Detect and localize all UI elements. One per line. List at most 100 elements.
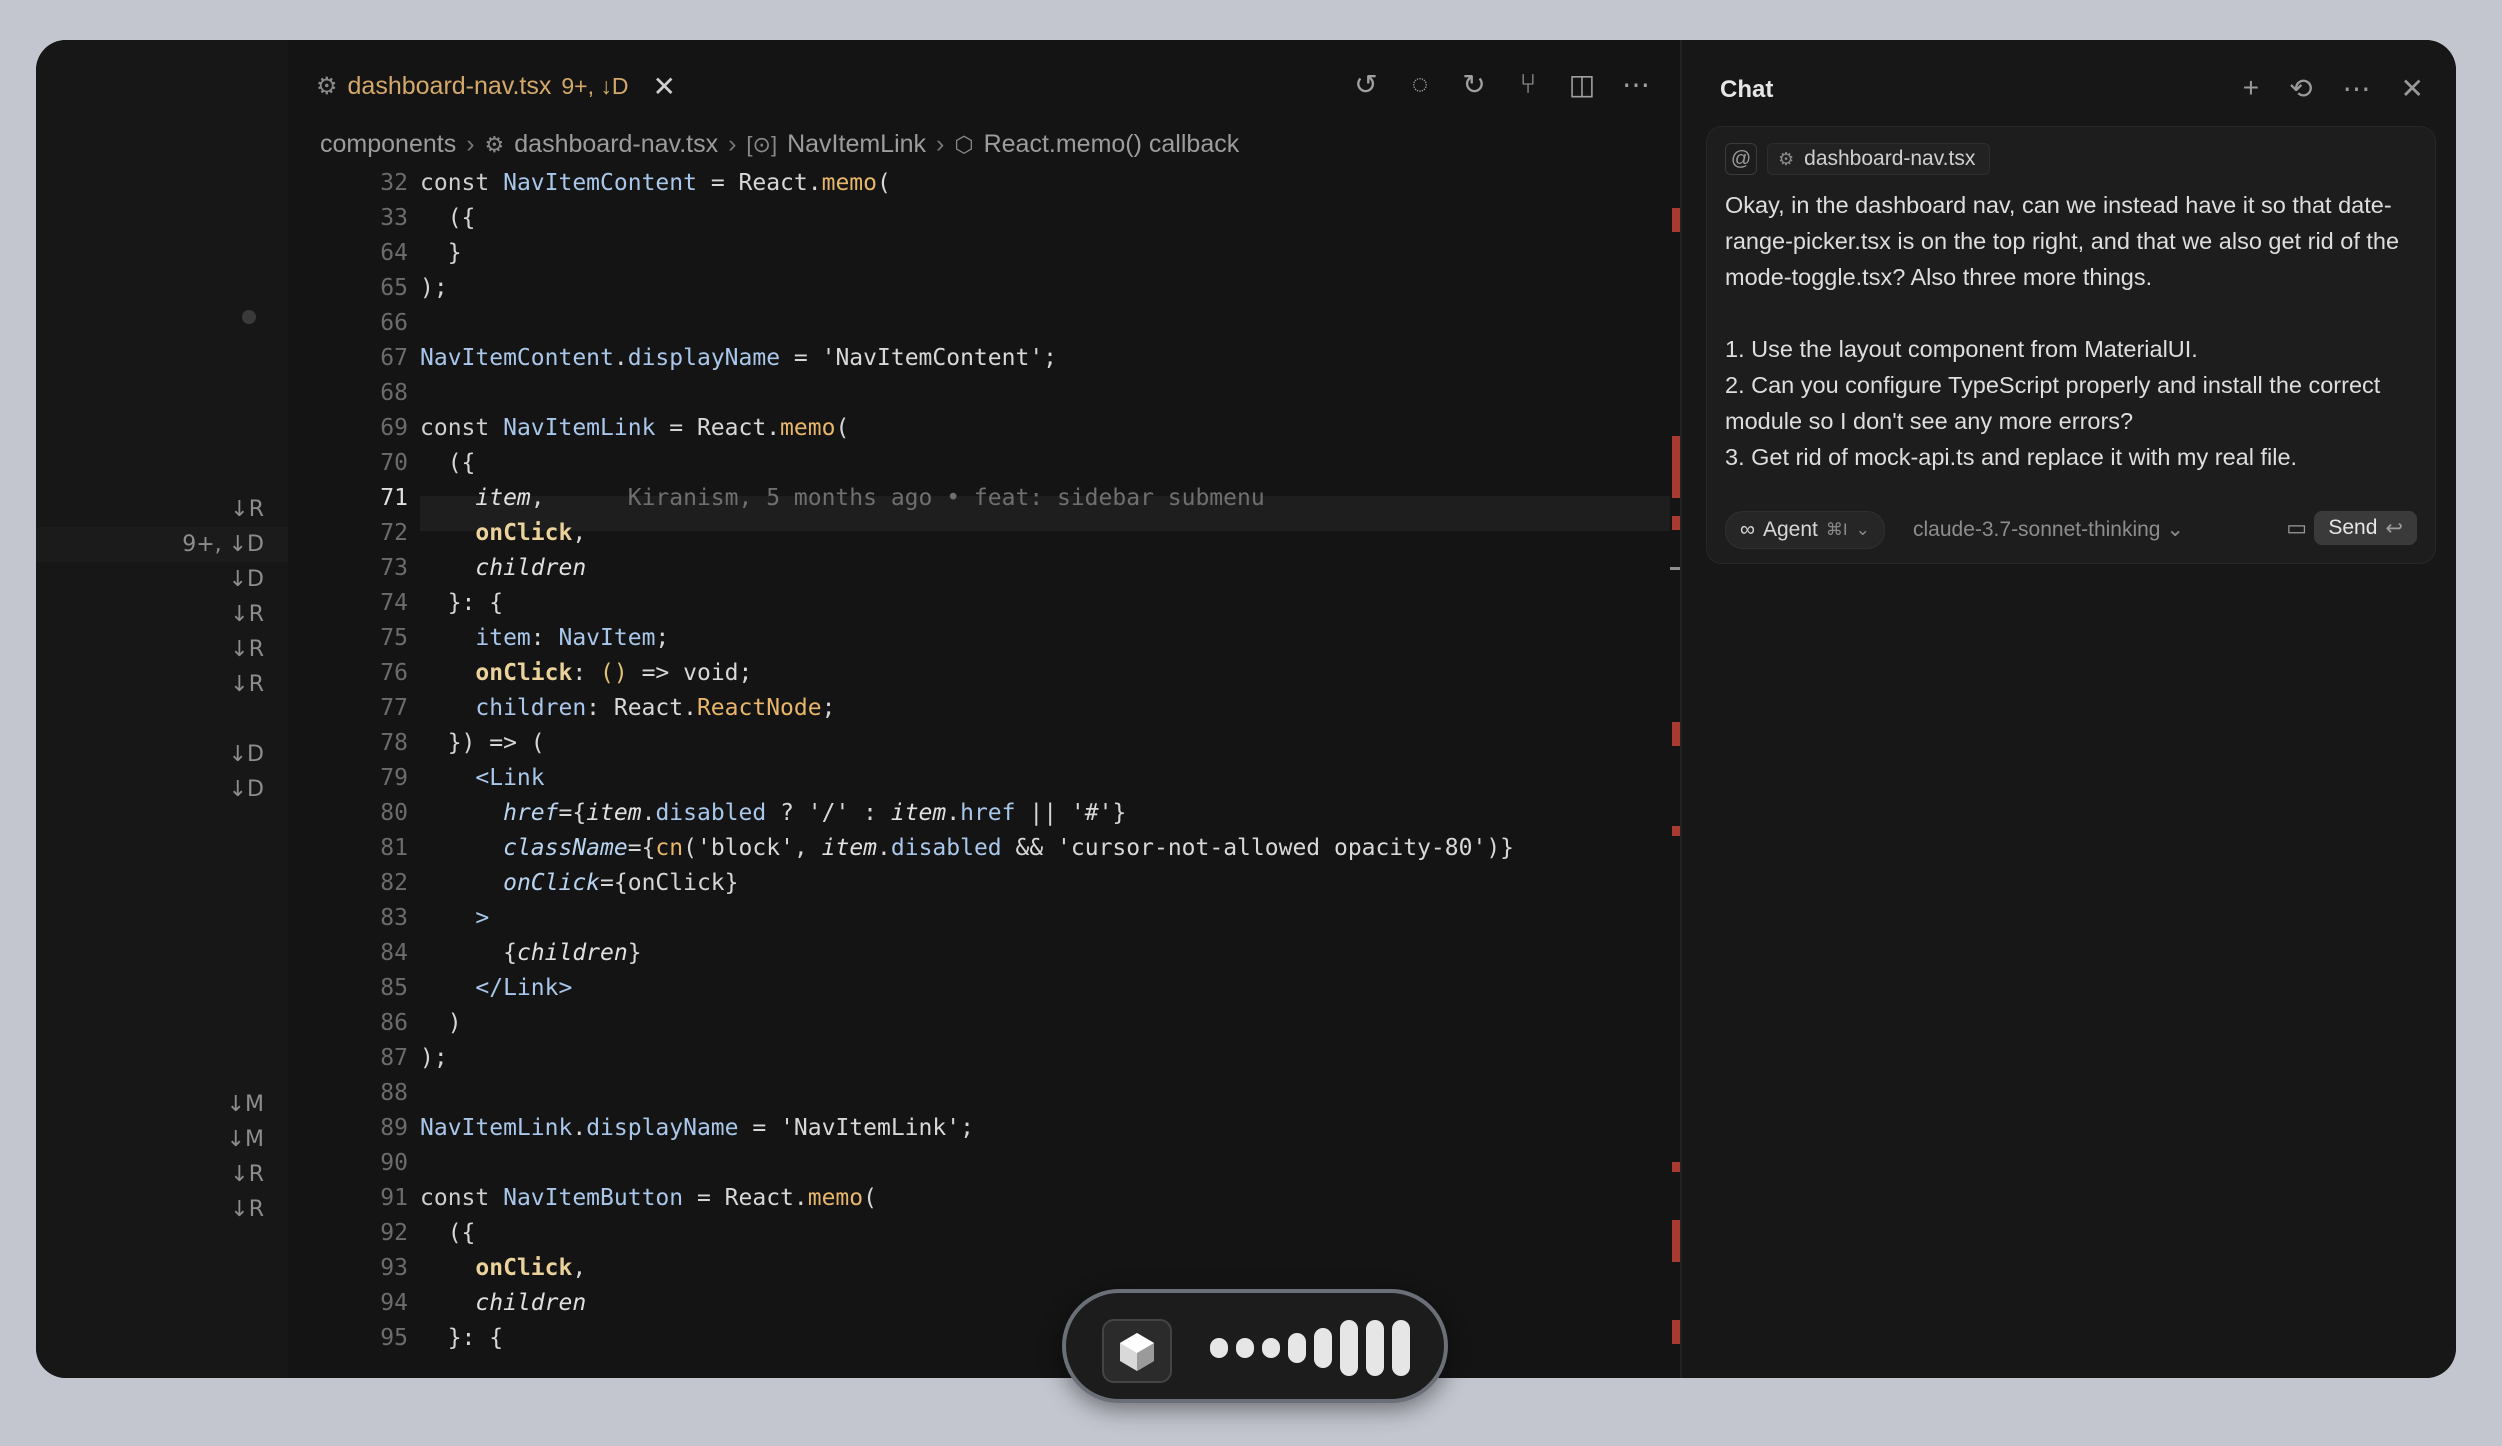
- code-line: );: [420, 1045, 448, 1071]
- overview-ruler-mark: [1672, 516, 1680, 530]
- code-line: href={item.disabled ? '/' : item.href ||…: [503, 800, 1127, 826]
- line-number: 33: [380, 205, 408, 231]
- scm-change-marker[interactable]: ↓R: [36, 492, 264, 527]
- mention-button[interactable]: @: [1725, 143, 1757, 175]
- line-number: 80: [380, 800, 408, 826]
- scm-change-marker[interactable]: ↓R: [36, 597, 264, 632]
- history-icon[interactable]: ⟲: [2289, 72, 2312, 105]
- line-number: 87: [380, 1045, 408, 1071]
- message-item: 2. Can you configure TypeScript properly…: [1725, 372, 2381, 434]
- agent-mode-label: Agent: [1762, 518, 1818, 541]
- scm-change-marker[interactable]: ↓M: [36, 1087, 264, 1122]
- scm-change-marker[interactable]: ↓M: [36, 1122, 264, 1157]
- code-line: item: NavItem;: [475, 625, 670, 651]
- message-item: 3. Get rid of mock-api.ts and replace it…: [1725, 444, 2298, 470]
- line-number: 79: [380, 765, 408, 791]
- audio-level-bar: [1366, 1320, 1384, 1376]
- scm-change-marker[interactable]: ↓D: [36, 772, 264, 807]
- breakpoint-dot[interactable]: [242, 310, 256, 324]
- agent-shortcut: ⌘I: [1825, 520, 1848, 539]
- chat-footer: ∞ Agent ⌘I ⌄ claude-3.7-sonnet-thinking …: [1725, 511, 2417, 549]
- app-logo-icon: [1102, 1319, 1172, 1383]
- line-number: 94: [380, 1290, 408, 1316]
- line-number: 74: [380, 590, 408, 616]
- overview-ruler-mark: [1672, 436, 1680, 498]
- code-editor[interactable]: ⚙ dashboard-nav.tsx 9+, ↓D ✕ ↺ ◌ ↻ ⑂ ◫ ⋯…: [288, 40, 1696, 1378]
- context-file-pill[interactable]: ⚙ dashboard-nav.tsx: [1767, 143, 1991, 175]
- code-line: ({: [420, 205, 476, 231]
- send-label: Send: [2328, 516, 2378, 539]
- voice-dictation-widget[interactable]: [1062, 1289, 1448, 1403]
- audio-level-bar: [1210, 1338, 1228, 1358]
- context-row: @ ⚙ dashboard-nav.tsx: [1725, 143, 1991, 175]
- code-line: ({: [420, 1220, 476, 1246]
- line-number: 84: [380, 940, 408, 966]
- line-number: 83: [380, 905, 408, 931]
- code-line: NavItemLink.displayName = 'NavItemLink';: [420, 1115, 974, 1141]
- code-line: </Link>: [475, 975, 573, 1001]
- overview-ruler-mark: [1672, 1220, 1680, 1262]
- line-number: 73: [380, 555, 408, 581]
- line-number: 82: [380, 870, 408, 896]
- chat-title: Chat: [1720, 76, 1774, 103]
- chevron-down-icon: ⌄: [2166, 518, 2184, 541]
- audio-level-meter: [1210, 1315, 1410, 1381]
- send-button[interactable]: Send ↩: [2314, 511, 2417, 545]
- line-number: 67: [380, 345, 408, 371]
- image-upload-icon[interactable]: ▭: [2286, 515, 2307, 541]
- code-line: const NavItemContent = React.memo(: [420, 170, 891, 196]
- code-line-current: item, Kiranism, 5 months ago • feat: sid…: [475, 485, 1265, 511]
- chat-message[interactable]: Okay, in the dashboard nav, can we inste…: [1725, 187, 2425, 475]
- code-line: onClick={onClick}: [503, 870, 739, 896]
- chat-input-card[interactable]: @ ⚙ dashboard-nav.tsx Okay, in the dashb…: [1706, 126, 2436, 564]
- agent-mode-dropdown[interactable]: ∞ Agent ⌘I ⌄: [1725, 511, 1885, 549]
- close-icon[interactable]: ✕: [2401, 72, 2424, 105]
- code-line: }: {: [420, 590, 504, 616]
- audio-level-bar: [1392, 1320, 1410, 1376]
- chat-panel: Chat + ⟲ ⋯ ✕ @ ⚙ dashboard-nav.tsx Okay,…: [1680, 40, 2456, 1378]
- code-line: {children}: [420, 940, 642, 966]
- scm-gutter: ↓R 9+, ↓D ↓D ↓R ↓R ↓R ↓D ↓D ↓M ↓M ↓R ↓R: [36, 40, 288, 1378]
- scm-change-marker[interactable]: ↓R: [36, 632, 264, 667]
- audio-level-bar: [1262, 1338, 1280, 1358]
- git-blame-annotation[interactable]: Kiranism, 5 months ago • feat: sidebar s…: [628, 485, 1265, 511]
- line-number: 88: [380, 1080, 408, 1106]
- return-key-icon: ↩: [2385, 516, 2403, 540]
- line-number: 66: [380, 310, 408, 336]
- scm-change-marker[interactable]: 9+, ↓D: [36, 527, 288, 562]
- code-line: }: {: [420, 1325, 504, 1351]
- line-number: 77: [380, 695, 408, 721]
- code-line: children: React.ReactNode;: [475, 695, 836, 721]
- code-line: );: [420, 275, 448, 301]
- code-line: ({: [420, 450, 476, 476]
- code-line: }) => (: [420, 730, 545, 756]
- scm-change-marker[interactable]: ↓D: [36, 562, 264, 597]
- line-number: 86: [380, 1010, 408, 1036]
- scm-change-marker[interactable]: ↓R: [36, 667, 264, 702]
- scm-change-marker[interactable]: ↓D: [36, 737, 264, 772]
- code-line: children: [475, 555, 587, 581]
- overview-ruler-mark: [1672, 1320, 1680, 1344]
- audio-level-bar: [1236, 1338, 1254, 1358]
- line-number: 95: [380, 1325, 408, 1351]
- line-number: 93: [380, 1255, 408, 1281]
- code-line: onClick: () => void;: [475, 660, 753, 686]
- code-line: >: [475, 905, 490, 931]
- model-name: claude-3.7-sonnet-thinking: [1913, 518, 2161, 541]
- line-number: 71: [380, 485, 408, 511]
- line-number: 78: [380, 730, 408, 756]
- line-number: 68: [380, 380, 408, 406]
- code-area[interactable]: 32 33 64 65 66 67 68 69 70 71 72 73 74 75 76 77 78 79 80 81…: [288, 40, 1696, 1378]
- more-icon[interactable]: ⋯: [2343, 72, 2371, 105]
- scm-change-marker[interactable]: ↓R: [36, 1157, 264, 1192]
- audio-level-bar: [1340, 1320, 1358, 1376]
- code-line: children: [475, 1290, 587, 1316]
- model-selector[interactable]: claude-3.7-sonnet-thinking ⌄: [1913, 517, 2184, 542]
- line-number: 92: [380, 1220, 408, 1246]
- new-chat-icon[interactable]: +: [2243, 72, 2259, 105]
- scm-change-marker[interactable]: ↓R: [36, 1192, 264, 1227]
- code-line: className={cn('block', item.disabled && …: [503, 835, 1515, 861]
- audio-level-bar: [1288, 1333, 1306, 1363]
- line-number: 91: [380, 1185, 408, 1211]
- overview-ruler-mark: [1672, 1162, 1680, 1172]
